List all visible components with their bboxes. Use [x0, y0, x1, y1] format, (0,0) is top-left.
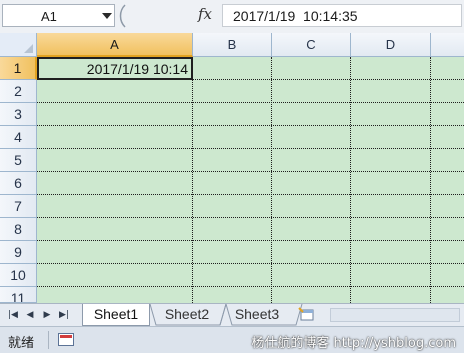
- next-sheet-icon[interactable]: ▶: [40, 309, 54, 321]
- formula-bar: A1 fx 2017/1/19 10:14:35: [0, 0, 464, 34]
- formula-input[interactable]: 2017/1/19 10:14:35: [222, 4, 462, 27]
- prev-sheet-icon[interactable]: ◀: [23, 309, 37, 321]
- row-header-5[interactable]: 5: [0, 149, 37, 172]
- gridline: [37, 148, 464, 149]
- macro-record-icon[interactable]: [58, 333, 74, 346]
- divider: [48, 331, 49, 349]
- row-header-2[interactable]: 2: [0, 80, 37, 103]
- splitter-handle-icon[interactable]: [118, 3, 126, 29]
- row-header-11[interactable]: 11: [0, 287, 37, 303]
- gridline: [37, 217, 464, 218]
- name-box[interactable]: A1: [2, 4, 115, 27]
- row-header-8[interactable]: 8: [0, 218, 37, 241]
- gridline: [37, 125, 464, 126]
- tab-sheet2[interactable]: Sheet2: [156, 304, 218, 326]
- gridline: [430, 57, 431, 303]
- column-header-c[interactable]: C: [272, 33, 351, 57]
- tab-sheet1[interactable]: Sheet1: [82, 304, 150, 326]
- column-header-a[interactable]: A: [37, 33, 193, 57]
- gridline: [271, 57, 272, 303]
- row-header-3[interactable]: 3: [0, 103, 37, 126]
- name-box-value: A1: [41, 9, 57, 24]
- column-header-e[interactable]: [431, 33, 464, 57]
- gridline: [192, 57, 193, 303]
- active-cell-a1[interactable]: 2017/1/19 10:14: [37, 57, 193, 80]
- insert-sheet-icon[interactable]: [298, 307, 316, 322]
- gridline: [37, 286, 464, 287]
- chevron-down-icon[interactable]: [102, 13, 112, 19]
- row-header-4[interactable]: 4: [0, 126, 37, 149]
- watermark: 杨仕航的博客 http://yshblog.com: [251, 336, 456, 351]
- select-all-icon: [24, 44, 33, 53]
- formula-value: 2017/1/19 10:14:35: [233, 8, 358, 24]
- status-text: 就绪: [8, 336, 35, 351]
- row-header-1[interactable]: 1: [0, 57, 37, 80]
- cell-grid[interactable]: [37, 57, 464, 303]
- tab-sheet3[interactable]: Sheet3: [226, 304, 288, 326]
- status-bar: 就绪 杨仕航的博客 http://yshblog.com: [0, 326, 464, 353]
- first-sheet-icon[interactable]: |◀: [6, 309, 20, 321]
- gridline: [37, 263, 464, 264]
- gridline: [37, 102, 464, 103]
- gridline: [37, 194, 464, 195]
- column-header-d[interactable]: D: [351, 33, 431, 57]
- row-header-7[interactable]: 7: [0, 195, 37, 218]
- row-header-9[interactable]: 9: [0, 241, 37, 264]
- row-header-10[interactable]: 10: [0, 264, 37, 287]
- sheet-tab-bar: |◀ ◀ ▶ ▶| Sheet1 Sheet2 Sheet3: [0, 303, 464, 326]
- column-header-b[interactable]: B: [193, 33, 272, 57]
- horizontal-scrollbar[interactable]: [330, 308, 460, 322]
- select-all-button[interactable]: [0, 33, 37, 57]
- insert-function-icon[interactable]: fx: [198, 5, 212, 23]
- row-header-6[interactable]: 6: [0, 172, 37, 195]
- cell-a1-value: 2017/1/19 10:14: [86, 61, 188, 77]
- gridline: [37, 240, 464, 241]
- gridline: [37, 171, 464, 172]
- last-sheet-icon[interactable]: ▶|: [57, 309, 71, 321]
- gridline: [350, 57, 351, 303]
